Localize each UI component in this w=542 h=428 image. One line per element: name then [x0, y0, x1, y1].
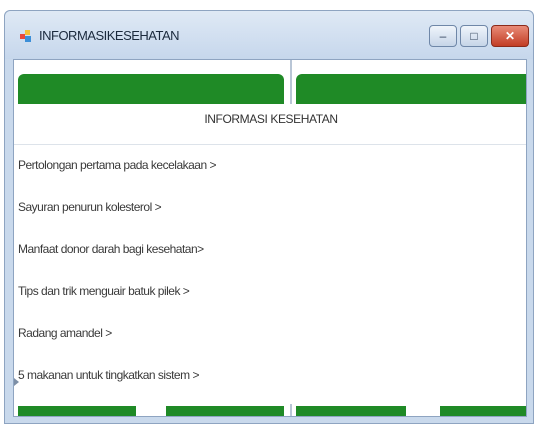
- panel-header: INFORMASI KESEHATAN: [14, 104, 526, 134]
- tile-bottom-3: [296, 406, 406, 416]
- selection-marker-icon: [14, 378, 19, 386]
- close-button[interactable]: ✕: [491, 25, 529, 47]
- minimize-icon: –: [439, 29, 447, 43]
- tile-bottom-2: [166, 406, 284, 416]
- menu-item-sayuran-kolesterol[interactable]: Sayuran penurun kolesterol >: [14, 186, 526, 228]
- tile-bottom-1: [18, 406, 136, 416]
- minimize-button[interactable]: –: [429, 25, 457, 47]
- main-window: INFORMASIKESEHATAN – □ ✕ INFORMASI KESEH…: [4, 10, 534, 424]
- close-icon: ✕: [504, 29, 516, 43]
- window-title: INFORMASIKESEHATAN: [39, 28, 180, 43]
- menu-item-donor-darah[interactable]: Manfaat donor darah bagi kesehatan>: [14, 228, 526, 270]
- title-bar[interactable]: INFORMASIKESEHATAN – □ ✕: [5, 11, 533, 59]
- app-icon: [20, 30, 31, 42]
- menu-item-batuk-pilek[interactable]: Tips dan trik menguair batuk pilek >: [14, 270, 526, 312]
- client-area: INFORMASI KESEHATAN Pertolongan pertama …: [13, 59, 527, 417]
- info-panel: INFORMASI KESEHATAN Pertolongan pertama …: [14, 104, 526, 404]
- menu-item-radang-amandel[interactable]: Radang amandel >: [14, 312, 526, 354]
- menu-item-5-makanan[interactable]: 5 makanan untuk tingkatkan sistem >: [14, 354, 526, 396]
- info-menu-list: Pertolongan pertama pada kecelakaan > Sa…: [14, 144, 526, 396]
- maximize-icon: □: [470, 29, 478, 43]
- maximize-button[interactable]: □: [460, 25, 488, 47]
- tile-bottom-4: [440, 406, 526, 416]
- menu-item-pertolongan-pertama[interactable]: Pertolongan pertama pada kecelakaan >: [14, 144, 526, 186]
